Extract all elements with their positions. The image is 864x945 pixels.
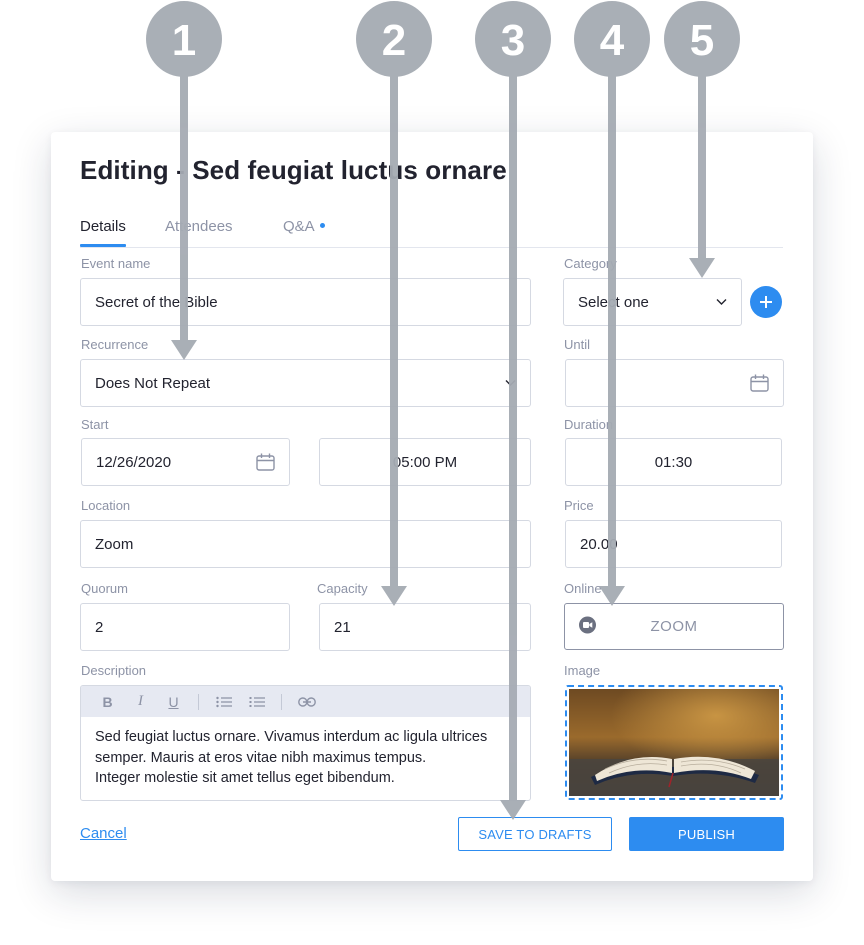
start-date-input[interactable]: 12/26/2020	[81, 438, 290, 486]
description-line: semper. Mauris at eros vitae nibh maximu…	[95, 749, 427, 766]
callout-number: 5	[690, 16, 714, 65]
recurrence-value: Does Not Repeat	[95, 374, 211, 392]
chevron-down-icon	[505, 380, 516, 387]
quorum-label: Quorum	[81, 581, 128, 596]
capacity-value: 21	[334, 618, 351, 636]
edit-event-dialog: Editing - Sed feugiat luctus ornare Deta…	[51, 132, 813, 881]
save-to-drafts-button[interactable]: SAVE TO DRAFTS	[458, 817, 612, 851]
chevron-down-icon	[716, 299, 727, 306]
plus-icon	[760, 296, 772, 308]
numbered-list-icon[interactable]	[244, 692, 269, 712]
tab-details[interactable]: Details	[80, 218, 126, 247]
start-label: Start	[81, 417, 109, 432]
tab-attendees[interactable]: Attendees	[165, 218, 233, 235]
image-dropzone[interactable]	[565, 685, 783, 800]
description-editor[interactable]: B I U Sed feugiat luctus ornare. Vivamus…	[80, 685, 531, 801]
description-line: Integer molestie sit amet tellus eget bi…	[95, 770, 395, 786]
start-date-value: 12/26/2020	[96, 453, 172, 471]
recurrence-select[interactable]: Does Not Repeat	[80, 359, 531, 407]
price-input[interactable]: 20.00	[565, 520, 782, 568]
link-icon[interactable]	[294, 692, 319, 712]
zoom-button-label: ZOOM	[650, 618, 698, 635]
location-value: Zoom	[95, 535, 134, 553]
bible-photo	[569, 689, 779, 796]
tab-details-label: Details	[80, 218, 126, 235]
location-label: Location	[81, 498, 131, 513]
capacity-label: Capacity	[317, 581, 368, 596]
category-select[interactable]: Select one	[563, 278, 742, 326]
bold-button[interactable]: B	[95, 692, 120, 712]
calendar-icon[interactable]	[750, 374, 769, 392]
until-date-input[interactable]	[565, 359, 784, 407]
callout-number: 2	[382, 16, 406, 65]
until-label: Until	[564, 337, 591, 352]
duration-input[interactable]: 01:30	[565, 438, 782, 486]
toolbar-divider	[281, 693, 282, 710]
start-time-input[interactable]: 05:00 PM	[319, 438, 531, 486]
calendar-icon[interactable]	[256, 453, 275, 471]
quorum-value: 2	[95, 618, 104, 636]
editor-toolbar: B I U	[81, 686, 530, 717]
category-value: Select one	[578, 293, 649, 311]
description-line: Sed feugiat luctus ornare. Vivamus inter…	[95, 729, 488, 745]
description-label: Description	[81, 663, 147, 678]
event-name-value: Secret of the Bible	[95, 293, 218, 311]
dialog-title: Editing - Sed feugiat luctus ornare	[80, 155, 507, 185]
capacity-input[interactable]: 21	[319, 603, 531, 651]
cancel-link[interactable]: Cancel	[80, 825, 127, 842]
duration-value: 01:30	[654, 453, 693, 471]
video-camera-icon	[579, 616, 596, 637]
unread-dot-icon	[319, 222, 325, 228]
bullet-list-icon[interactable]	[211, 692, 236, 712]
category-label: Category	[564, 256, 617, 271]
event-name-label: Event name	[81, 256, 151, 271]
callout-number: 3	[501, 16, 525, 65]
add-category-button[interactable]	[750, 286, 782, 318]
italic-button[interactable]: I	[128, 692, 153, 712]
price-value: 20.00	[580, 535, 618, 553]
location-input[interactable]: Zoom	[80, 520, 531, 568]
event-name-input[interactable]: Secret of the Bible	[80, 278, 531, 326]
online-label: Online	[564, 581, 602, 596]
image-label: Image	[564, 663, 601, 678]
description-text[interactable]: Sed feugiat luctus ornare. Vivamus inter…	[81, 717, 530, 799]
tab-qa-label: Q&A	[283, 218, 315, 235]
tab-attendees-label: Attendees	[165, 218, 233, 235]
tab-bar: Details Attendees Q&A	[80, 218, 783, 248]
duration-label: Duration	[564, 417, 614, 432]
start-time-value: 05:00 PM	[392, 453, 458, 471]
callout-number: 4	[600, 16, 625, 65]
price-label: Price	[564, 498, 594, 513]
toolbar-divider	[198, 693, 199, 710]
publish-button[interactable]: PUBLISH	[629, 817, 784, 851]
tab-qa[interactable]: Q&A	[283, 218, 325, 235]
callout-number: 1	[172, 16, 196, 65]
quorum-input[interactable]: 2	[80, 603, 290, 651]
zoom-button[interactable]: ZOOM	[564, 603, 784, 650]
underline-button[interactable]: U	[161, 692, 186, 712]
recurrence-label: Recurrence	[81, 337, 149, 352]
